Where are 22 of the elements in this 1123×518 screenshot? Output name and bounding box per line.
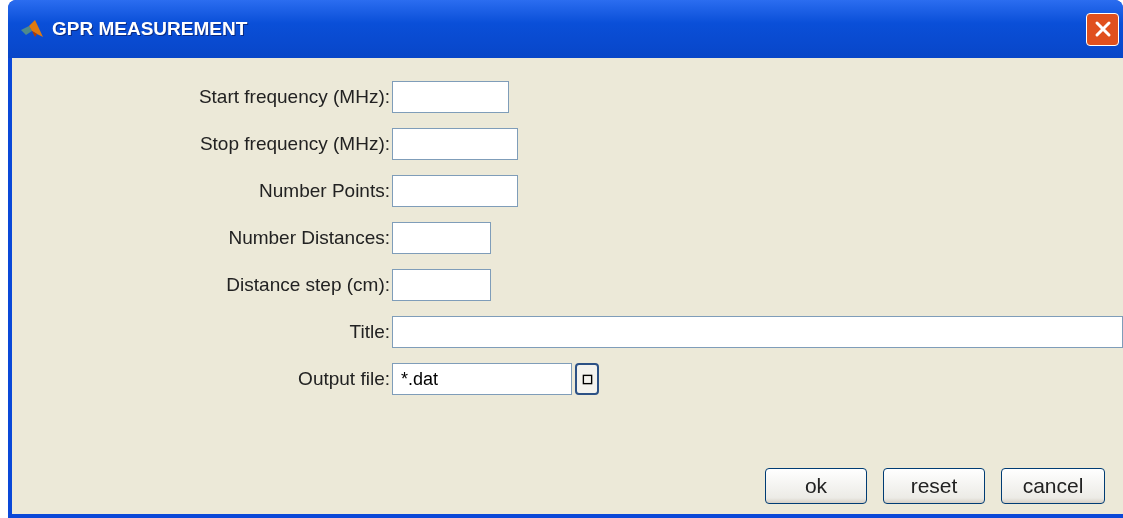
input-field[interactable]: [392, 269, 491, 301]
field-label: Number Points:: [258, 180, 390, 202]
input-field[interactable]: [392, 81, 509, 113]
field-label: Title:: [348, 321, 390, 343]
input-field[interactable]: [392, 175, 518, 207]
field-label: Number Distances:: [227, 227, 390, 249]
input-field[interactable]: [392, 222, 491, 254]
input-field[interactable]: *.dat: [392, 363, 572, 395]
field-label: Distance step (cm):: [225, 274, 390, 296]
close-button[interactable]: [1086, 12, 1119, 46]
input-field[interactable]: [392, 316, 1123, 348]
dialog-button[interactable]: ok: [765, 468, 867, 504]
window-title: GPR MEASUREMENT: [52, 18, 248, 40]
dialog-button[interactable]: reset: [883, 468, 985, 504]
browse-button[interactable]: [575, 363, 599, 395]
field-label: Start frequency (MHz):: [197, 86, 390, 108]
logo-icon: [20, 19, 44, 39]
dialog-button[interactable]: cancel: [1001, 468, 1105, 504]
field-label: Stop frequency (MHz):: [198, 133, 390, 155]
square-icon: [581, 373, 593, 385]
field-label: Output file:: [297, 368, 390, 390]
input-field[interactable]: [392, 128, 518, 160]
